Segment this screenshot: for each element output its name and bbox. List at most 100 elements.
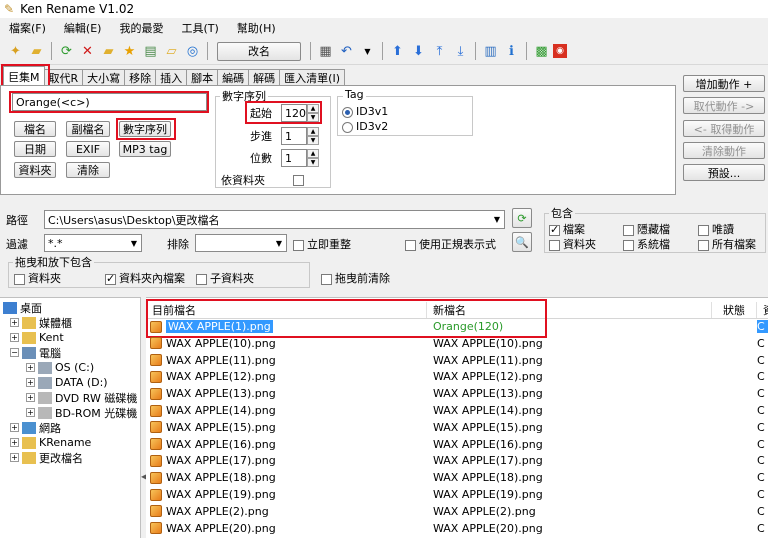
table-row[interactable]: WAX APPLE(18).png WAX APPLE(18).png C xyxy=(146,469,768,486)
folder-open-icon[interactable]: ▱ xyxy=(162,42,181,61)
drag-subfolders-option[interactable]: 子資料夾 xyxy=(196,270,254,286)
include-folders-checkbox[interactable] xyxy=(549,239,560,251)
table-row[interactable]: WAX APPLE(11).png WAX APPLE(11).png C xyxy=(146,352,768,369)
expand-icon[interactable]: + xyxy=(26,408,35,417)
tab-replace[interactable]: 取代R xyxy=(43,69,84,86)
folder-button[interactable]: 資料夾 xyxy=(14,162,56,178)
table-row[interactable]: WAX APPLE(1).png Orange(120) C xyxy=(146,318,768,335)
table-row[interactable]: WAX APPLE(10).png WAX APPLE(10).png C xyxy=(146,335,768,352)
include-system-checkbox[interactable] xyxy=(623,239,634,251)
move-bottom-icon[interactable]: ⤓ xyxy=(451,42,470,61)
table-row[interactable]: WAX APPLE(19).png WAX APPLE(19).png C xyxy=(146,486,768,503)
expand-icon[interactable]: + xyxy=(10,453,19,462)
menu-tools[interactable]: 工具(T) xyxy=(172,20,227,36)
regex-option[interactable]: 使用正規表示式 xyxy=(405,236,496,252)
tab-case[interactable]: 大小寫 xyxy=(82,69,126,86)
start-spinner[interactable]: ▲ ▼ xyxy=(307,104,319,122)
clear-button[interactable]: 清除 xyxy=(66,162,110,178)
expand-icon[interactable]: + xyxy=(10,438,19,447)
expand-icon[interactable]: + xyxy=(10,333,19,342)
tree-item-libraries[interactable]: + 媒體櫃 xyxy=(10,315,72,330)
expand-icon[interactable]: + xyxy=(26,393,35,402)
expand-icon[interactable]: + xyxy=(10,318,19,327)
table-row[interactable]: WAX APPLE(13).png WAX APPLE(13).png C xyxy=(146,385,768,402)
clear-before-drag-option[interactable]: 拖曳前清除 xyxy=(321,270,390,286)
star-icon[interactable]: ★ xyxy=(120,42,139,61)
id3v1-radio[interactable] xyxy=(342,106,353,118)
tree-item-data-d[interactable]: + DATA (D:) xyxy=(26,375,108,390)
tab-decode[interactable]: 解碼 xyxy=(248,69,281,86)
include-hidden-checkbox[interactable] xyxy=(623,224,634,236)
tree-item-dvd[interactable]: + DVD RW 磁碟機 xyxy=(26,390,137,405)
id3v2-radio[interactable] xyxy=(342,121,353,133)
table-row[interactable]: WAX APPLE(15).png WAX APPLE(15).png C xyxy=(146,419,768,436)
mp3-tag-button[interactable]: MP3 tag xyxy=(119,141,171,157)
tree-item-bdrom[interactable]: + BD-ROM 光碟機 xyxy=(26,405,137,420)
include-readonly-option[interactable]: 唯讀 xyxy=(698,221,734,237)
spin-up-icon[interactable]: ▲ xyxy=(307,127,319,136)
id3v1-option[interactable]: ID3v1 xyxy=(342,105,388,118)
dropdown-arrow-icon[interactable]: ▼ xyxy=(276,239,286,248)
spin-down-icon[interactable]: ▼ xyxy=(307,158,319,167)
tree-item-kent[interactable]: + Kent xyxy=(10,330,64,345)
presets-button[interactable]: 預設... xyxy=(683,164,765,181)
move-up-icon[interactable]: ⬆ xyxy=(388,42,407,61)
spin-down-icon[interactable]: ▼ xyxy=(307,113,319,122)
refresh-now-checkbox[interactable] xyxy=(293,239,304,251)
column-extra[interactable]: 資 xyxy=(757,302,768,318)
columns-icon[interactable]: ▥ xyxy=(481,42,500,61)
browse-button[interactable]: 🔍 xyxy=(512,232,532,252)
drag-folder-files-option[interactable]: 資料夾內檔案 xyxy=(105,270,185,286)
by-folder-checkbox[interactable] xyxy=(293,174,304,186)
delete-icon[interactable]: ✕ xyxy=(78,42,97,61)
date-button[interactable]: 日期 xyxy=(14,141,56,157)
regex-checkbox[interactable] xyxy=(405,239,416,251)
undo-icon[interactable]: ↶ xyxy=(337,42,356,61)
move-down-icon[interactable]: ⬇ xyxy=(409,42,428,61)
grid-icon[interactable]: ▩ xyxy=(532,42,551,61)
clear-actions-button[interactable]: 清除動作 xyxy=(683,142,765,159)
tab-encode[interactable]: 編碼 xyxy=(217,69,250,86)
menu-edit[interactable]: 編輯(E) xyxy=(55,20,111,36)
refresh-now-option[interactable]: 立即重整 xyxy=(293,236,351,252)
folder-icon[interactable]: ▰ xyxy=(99,42,118,61)
rename-button[interactable]: 改名 xyxy=(217,41,301,61)
drag-folder-files-checkbox[interactable] xyxy=(105,272,116,285)
table-row[interactable]: WAX APPLE(2).png WAX APPLE(2).png C xyxy=(146,503,768,520)
tab-insert[interactable]: 插入 xyxy=(155,69,188,86)
open-folder-icon[interactable]: ▰ xyxy=(27,42,46,61)
go-folder-button[interactable]: ⟳ xyxy=(512,208,532,228)
expand-icon[interactable]: + xyxy=(10,423,19,432)
target-icon[interactable]: ◎ xyxy=(183,42,202,61)
table-row[interactable]: WAX APPLE(16).png WAX APPLE(16).png C xyxy=(146,436,768,453)
include-all-checkbox[interactable] xyxy=(698,239,709,251)
tab-script[interactable]: 腳本 xyxy=(186,69,219,86)
table-row[interactable]: WAX APPLE(17).png WAX APPLE(17).png C xyxy=(146,452,768,469)
dropdown-arrow-icon[interactable]: ▼ xyxy=(131,239,141,248)
tree-item-computer[interactable]: − 電腦 xyxy=(10,345,61,360)
id3v2-option[interactable]: ID3v2 xyxy=(342,120,388,133)
document-icon[interactable]: ▤ xyxy=(141,42,160,61)
info-icon[interactable]: ℹ xyxy=(502,42,521,61)
replace-action-button[interactable]: 取代動作 -> xyxy=(683,97,765,114)
spin-up-icon[interactable]: ▲ xyxy=(307,149,319,158)
tree-item-network[interactable]: + 網路 xyxy=(10,420,61,435)
menu-help[interactable]: 幫助(H) xyxy=(228,20,285,36)
tab-macro[interactable]: 巨集M xyxy=(3,66,45,86)
include-system-option[interactable]: 系統檔 xyxy=(623,236,670,252)
move-top-icon[interactable]: ⤒ xyxy=(430,42,449,61)
menu-file[interactable]: 檔案(F) xyxy=(0,20,55,36)
tree-item-os-c[interactable]: + OS (C:) xyxy=(26,360,94,375)
include-hidden-option[interactable]: 隱藏檔 xyxy=(623,221,670,237)
extension-button[interactable]: 副檔名 xyxy=(66,121,110,137)
folder-tree[interactable]: 桌面 + 媒體櫃 + Kent − 電腦 + OS (C:) + DATA (D:) + D… xyxy=(0,297,141,538)
exif-button[interactable]: EXIF xyxy=(66,141,110,157)
expand-icon[interactable]: + xyxy=(26,363,35,372)
filename-button[interactable]: 檔名 xyxy=(14,121,56,137)
column-new-name[interactable]: 新檔名 xyxy=(427,302,712,318)
tab-remove[interactable]: 移除 xyxy=(124,69,157,86)
spin-up-icon[interactable]: ▲ xyxy=(307,104,319,113)
collapse-icon[interactable]: − xyxy=(10,348,19,357)
drag-subfolders-checkbox[interactable] xyxy=(196,273,207,285)
path-combobox[interactable]: C:\Users\asus\Desktop\更改檔名 ▼ xyxy=(44,210,505,229)
